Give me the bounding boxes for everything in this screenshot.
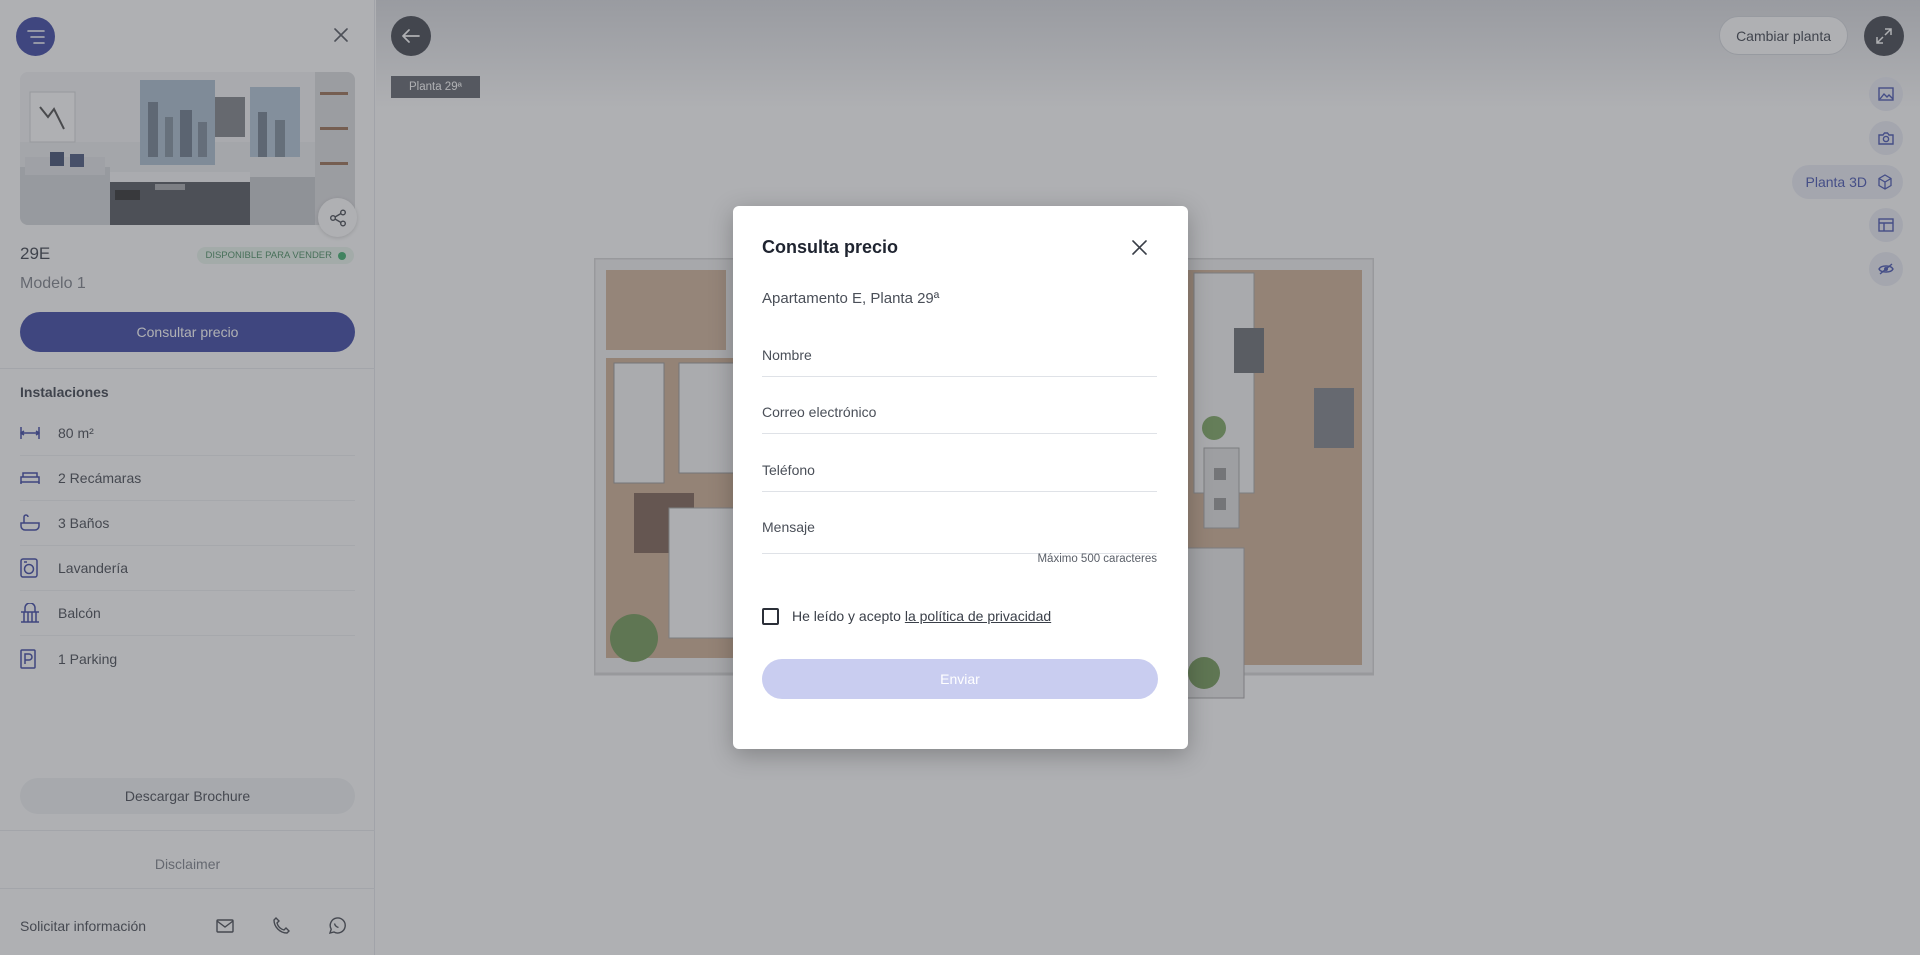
modal-subtitle: Apartamento E, Planta 29ª [762, 290, 940, 307]
privacy-consent: He leído y acepto la política de privaci… [792, 608, 1051, 624]
message-field[interactable]: Mensaje [762, 519, 1157, 554]
submit-button[interactable]: Enviar [762, 659, 1158, 699]
email-field[interactable]: Correo electrónico [762, 404, 1157, 434]
email-placeholder: Correo electrónico [762, 404, 877, 420]
message-char-limit: Máximo 500 caracteres [1037, 553, 1157, 565]
name-placeholder: Nombre [762, 347, 812, 363]
phone-field[interactable]: Teléfono [762, 462, 1157, 492]
message-placeholder: Mensaje [762, 519, 815, 535]
modal-title: Consulta precio [762, 237, 899, 257]
consent-text: He leído y acepto [792, 608, 905, 624]
privacy-checkbox[interactable] [762, 608, 779, 625]
price-inquiry-modal: Consulta precio Apartamento E, Planta 29… [733, 206, 1188, 749]
close-icon [1131, 239, 1147, 255]
phone-placeholder: Teléfono [762, 462, 815, 478]
modal-close-button[interactable] [1126, 234, 1152, 260]
privacy-policy-link[interactable]: la política de privacidad [905, 608, 1051, 624]
name-field[interactable]: Nombre [762, 347, 1157, 377]
